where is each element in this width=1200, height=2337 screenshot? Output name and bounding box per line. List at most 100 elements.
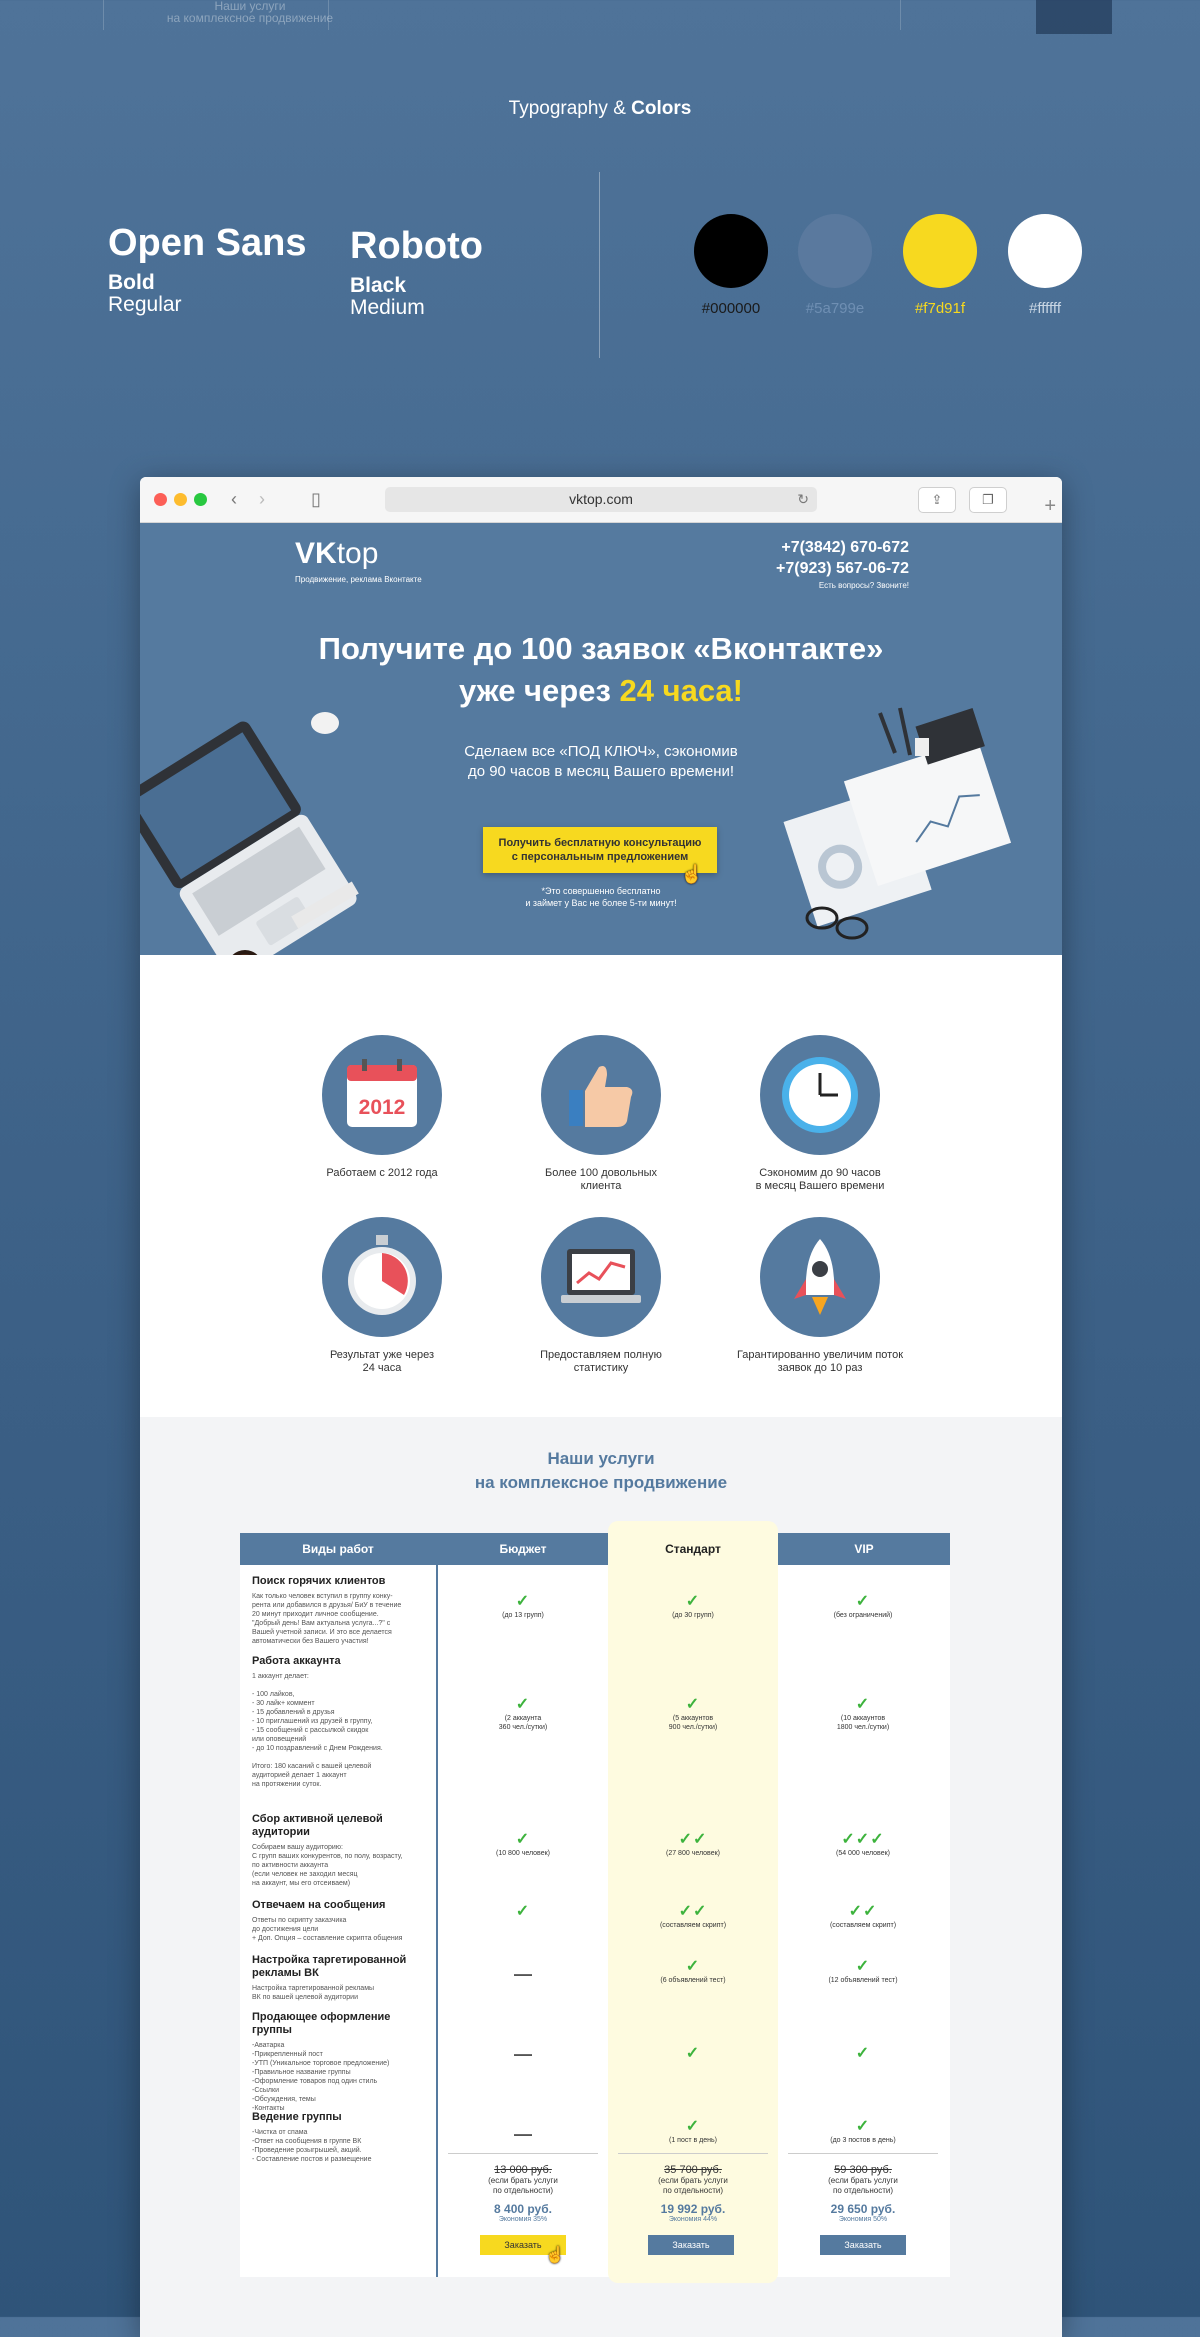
- phone-number-2[interactable]: +7(923) 567-06-72: [776, 558, 909, 579]
- tabs-overview-icon[interactable]: ❐: [969, 487, 1007, 513]
- headline-accent: 24 часа!: [619, 673, 743, 708]
- price-budget: 13 000 руб. (если брать услуги по отдель…: [448, 2153, 598, 2223]
- strip-services-line2: на комплексное продвижение: [166, 11, 334, 25]
- swatch-circle: [798, 214, 872, 288]
- cell-note: (до 3 постов в день): [830, 2137, 896, 2144]
- service-description: Ответы по скрипту заказчика до достижени…: [252, 1917, 403, 1942]
- maximize-window-button[interactable]: [194, 493, 207, 506]
- color-swatch-blue: #5a799e: [798, 214, 872, 317]
- swatch-circle: [694, 214, 768, 288]
- savings-label: Экономия 35%: [498, 2216, 548, 2223]
- font-sample-roboto: Roboto Black Medium: [350, 225, 483, 319]
- feature-label: Более 100 довольных клиента: [545, 1167, 657, 1192]
- feature-label: Сэкономим до 90 часов в месяц Вашего вре…: [755, 1167, 885, 1192]
- cell-standard: ✓✓ (27 800 человек): [613, 1831, 773, 1858]
- cell-note: (1 пост в день): [669, 2137, 717, 2144]
- price-divider: [448, 2153, 598, 2154]
- service-title: Отвечаем на сообщения: [252, 1899, 386, 1911]
- browser-window: ‹ › ▯ vktop.com ↻ ⇪ ❐ + VKtop Продвижени…: [140, 477, 1062, 2337]
- price-note: (если брать услуги по отдельности): [828, 2176, 898, 2195]
- header-vip: VIP: [854, 1542, 874, 1556]
- check-icon: ✓✓: [848, 1903, 878, 1920]
- font-name: Open Sans: [108, 222, 307, 264]
- phone-number-1[interactable]: +7(3842) 670-672: [776, 537, 909, 558]
- feature-label: Работаем с 2012 года: [326, 1167, 438, 1179]
- check-icon: ✓: [515, 1903, 531, 1920]
- check-icon: ✓: [685, 1958, 701, 1975]
- laptop-illustration: [140, 712, 359, 955]
- close-window-button[interactable]: [154, 493, 167, 506]
- cell-budget: ✓ (до 13 групп): [443, 1593, 603, 1620]
- swatch-hex: #f7d91f: [914, 300, 966, 317]
- new-tab-icon[interactable]: +: [1044, 495, 1056, 518]
- service-row-group-design: Продающее оформление группы -Аватарка -П…: [252, 2011, 430, 2113]
- site-logo[interactable]: VKtop: [295, 537, 378, 571]
- swatch-hex: #ffffff: [1029, 300, 1061, 317]
- address-bar[interactable]: vktop.com ↻: [385, 487, 817, 512]
- typography-colors-title: Typography & Colors: [0, 98, 1200, 120]
- dash-icon: —: [514, 1964, 532, 1984]
- clock-icon: [760, 1035, 880, 1155]
- check-icon: ✓: [855, 2045, 871, 2062]
- phone-question: Есть вопросы? Звоните!: [818, 581, 909, 590]
- cta-line1: Получить бесплатную консультацию: [498, 837, 702, 849]
- feature-save-time: Сэкономим до 90 часов в месяц Вашего вре…: [725, 1035, 915, 1193]
- order-vip-button[interactable]: Заказать: [820, 2235, 906, 2255]
- cell-note: (12 объявлений тест): [828, 1977, 898, 1984]
- minimize-window-button[interactable]: [174, 493, 187, 506]
- reload-icon[interactable]: ↻: [797, 487, 809, 512]
- headline-line1: Получите до 100 заявок «Вконтакте»: [318, 631, 884, 666]
- service-title: Ведение группы: [252, 2111, 342, 2123]
- cell-note: (54 000 человек): [836, 1850, 890, 1857]
- title-prefix: Typography &: [508, 98, 626, 119]
- services-title-line2: на комплексное продвижение: [474, 1473, 728, 1492]
- header-work-types: Виды работ: [302, 1542, 374, 1556]
- font-name: Roboto: [350, 225, 483, 267]
- old-price: 35 700 руб.: [664, 2164, 722, 2176]
- cell-note: (до 13 групп): [502, 1612, 544, 1619]
- forward-arrow-icon[interactable]: ›: [250, 488, 274, 510]
- price-standard: 35 700 руб. (если брать услуги по отдель…: [618, 2153, 768, 2223]
- feature-since-2012: 2012 Работаем с 2012 года: [287, 1035, 477, 1180]
- url-text: vktop.com: [569, 491, 633, 507]
- color-swatch-yellow: #f7d91f: [903, 214, 977, 317]
- header-standard: Стандарт: [665, 1542, 721, 1556]
- check-icon: ✓: [855, 1593, 871, 1610]
- new-price: 29 650 руб.: [830, 2202, 896, 2216]
- order-standard-button[interactable]: Заказать: [648, 2235, 734, 2255]
- free-consultation-button[interactable]: Получить бесплатную консультацию с персо…: [483, 827, 717, 883]
- cell-budget: —: [443, 2045, 603, 2063]
- top-preview-strip: Наши услуги на комплексное продвижение: [0, 0, 1200, 34]
- thumbs-up-icon: [541, 1035, 661, 1155]
- font-weight-black: Black: [350, 274, 407, 297]
- cell-vip: ✓ (без ограничений): [783, 1593, 943, 1620]
- feature-label: Предоставляем полную статистику: [540, 1349, 662, 1374]
- sidebar-toggle-icon[interactable]: ▯: [304, 488, 328, 510]
- check-icon: ✓: [685, 1696, 701, 1713]
- new-price: 8 400 руб.: [494, 2202, 552, 2216]
- coffee-cup-icon: [232, 950, 258, 955]
- back-arrow-icon[interactable]: ‹: [222, 488, 246, 510]
- share-icon[interactable]: ⇪: [918, 487, 956, 513]
- font-sample-open-sans: Open Sans Bold Regular: [108, 222, 307, 316]
- check-icon: ✓: [515, 1831, 531, 1848]
- service-description: -Чистка от спама -Ответ на сообщения в г…: [252, 2129, 372, 2163]
- calendar-icon: 2012: [322, 1035, 442, 1155]
- cell-note: (5 аккаунтов 900 чел./сутки): [668, 1715, 718, 1731]
- strip-divider: [900, 0, 901, 30]
- cell-note: (6 объявлений тест): [660, 1977, 726, 1984]
- browser-toolbar: ‹ › ▯ vktop.com ↻ ⇪ ❐ +: [140, 477, 1062, 523]
- documents-illustration: [783, 707, 1012, 940]
- cell-standard: ✓ (5 аккаунтов 900 чел./сутки): [613, 1696, 773, 1732]
- check-icon: ✓: [685, 2118, 701, 2135]
- services-title: Наши услуги на комплексное продвижение: [140, 1447, 1062, 1495]
- price-note: (если брать услуги по отдельности): [658, 2176, 728, 2195]
- cta-line2: с персональным предложением: [511, 851, 689, 863]
- cell-note: (составляем скрипт): [829, 1922, 897, 1929]
- stopwatch-icon: [322, 1217, 442, 1337]
- price-vip: 59 300 руб. (если брать услуги по отдель…: [788, 2153, 938, 2223]
- feature-happy-clients: Более 100 довольных клиента: [506, 1035, 696, 1193]
- service-title: Поиск горячих клиентов: [252, 1575, 386, 1587]
- services-section: Наши услуги на комплексное продвижение В…: [140, 1417, 1062, 2337]
- cell-note: (2 аккаунта 360 чел./сутки): [498, 1715, 548, 1731]
